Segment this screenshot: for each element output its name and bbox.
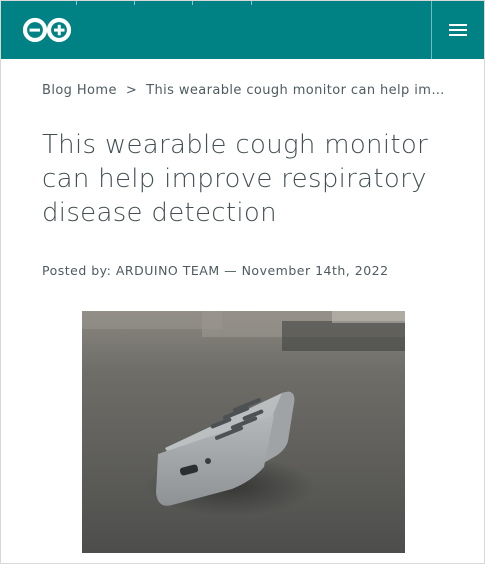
nav-divider-tick	[134, 1, 135, 5]
nav-divider-tick	[251, 1, 252, 5]
byline-date: November 14th, 2022	[241, 263, 389, 278]
post-byline: Posted by: ARDUINO TEAM — November 14th,…	[42, 263, 462, 278]
breadcrumb: Blog Home > This wearable cough monitor …	[42, 81, 452, 99]
chevron-right-icon: >	[125, 82, 138, 98]
article-hero-image	[82, 311, 405, 553]
byline-author[interactable]: ARDUINO TEAM	[116, 263, 220, 278]
menu-button[interactable]	[432, 1, 484, 59]
hamburger-menu-icon	[449, 24, 467, 36]
page: Blog Home > This wearable cough monitor …	[0, 0, 485, 564]
nav-divider-tick	[192, 1, 193, 5]
infinity-logo-icon	[22, 17, 72, 43]
cough-monitor-device-photo	[82, 311, 405, 553]
page-title: This wearable cough monitor can help imp…	[42, 130, 429, 228]
nav-divider-tick	[76, 1, 77, 5]
breadcrumb-current: This wearable cough monitor can help imp…	[146, 82, 452, 98]
byline-dash: —	[224, 263, 238, 278]
breadcrumb-home-link[interactable]: Blog Home	[42, 83, 117, 98]
arduino-logo[interactable]	[21, 17, 73, 43]
top-navigation-bar	[1, 1, 484, 59]
byline-prefix: Posted by:	[42, 263, 112, 278]
